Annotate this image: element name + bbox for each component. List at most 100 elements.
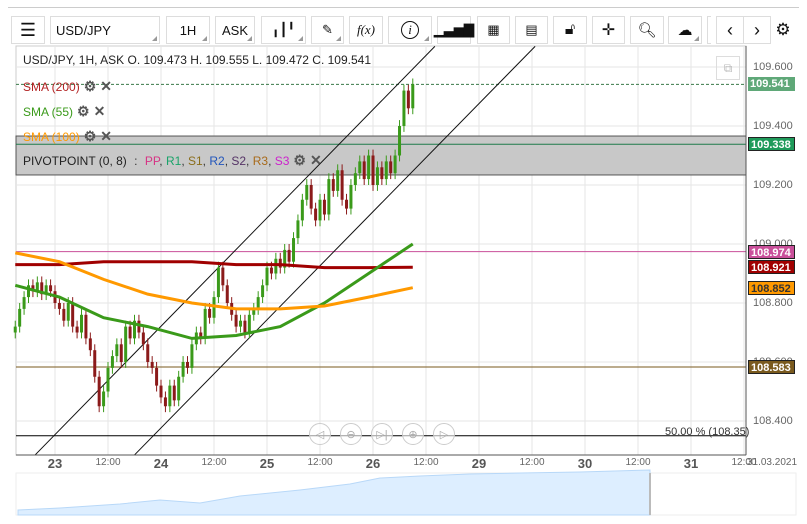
candle-body: [256, 297, 260, 309]
close-icon[interactable]: ✕: [100, 78, 112, 95]
candle-body: [371, 155, 375, 185]
indicator-legend: SMA (100) ⚙ ✕: [23, 128, 112, 145]
candle-body: [287, 249, 291, 262]
zoom-out-button[interactable]: ⊖: [340, 423, 362, 445]
pivot-level: S1: [187, 153, 203, 168]
candle-body: [102, 391, 106, 407]
pivot-level: S3: [274, 153, 290, 168]
price-chart[interactable]: [0, 0, 807, 524]
candle-body: [380, 167, 384, 180]
pivot-level: R2: [209, 153, 225, 168]
price-tick: 108.400: [753, 415, 793, 427]
candle-body: [367, 155, 371, 180]
candle-body: [18, 308, 22, 327]
candle-body: [265, 267, 269, 286]
candle-body: [93, 350, 97, 377]
price-tag: 109.338: [748, 137, 795, 152]
indicator-label: SMA (200): [23, 79, 80, 94]
candle-body: [309, 185, 313, 209]
candle-body: [336, 170, 340, 191]
candle-body: [375, 167, 379, 185]
candle-body: [411, 84, 415, 109]
candle-body: [146, 344, 150, 362]
price-tag: 108.921: [748, 260, 795, 275]
candle-body: [384, 161, 388, 180]
candle-body: [88, 338, 92, 351]
scroll-right-icon: ▷: [439, 428, 449, 441]
candle-body: [331, 179, 335, 191]
scroll-end-button[interactable]: ▷|: [371, 423, 393, 445]
fib-label: 50.00 % (108.35): [665, 426, 750, 438]
price-tag: 109.541: [748, 77, 795, 92]
time-tick: 12:00: [307, 457, 333, 468]
scroll-right-button[interactable]: ▷: [433, 423, 455, 445]
candle-body: [322, 199, 326, 215]
close-icon[interactable]: ✕: [310, 152, 322, 169]
candle-body: [305, 185, 309, 200]
price-tag: 108.974: [748, 244, 795, 259]
price-tick: 109.600: [753, 61, 793, 73]
candle-body: [62, 308, 66, 321]
candle-body: [261, 285, 265, 298]
gear-icon[interactable]: ⚙: [293, 152, 306, 169]
gear-icon[interactable]: ⚙: [84, 128, 97, 145]
candle-body: [150, 362, 154, 368]
time-tick: 31: [683, 456, 699, 471]
candle-body: [247, 314, 251, 333]
ohlc-header: USD/JPY, 1H, ASK O. 109.473 H. 109.555 L…: [23, 53, 372, 67]
indicator-legend: SMA (200) ⚙ ✕: [23, 78, 112, 95]
candle-body: [402, 90, 406, 126]
time-tick: 12:00: [95, 457, 121, 468]
time-tick: 30: [577, 456, 593, 471]
time-tick: 25: [259, 456, 275, 471]
popout-button[interactable]: ⧉: [716, 56, 740, 80]
time-tick: 29: [471, 456, 487, 471]
price-tick: 109.400: [753, 120, 793, 132]
candle-body: [186, 362, 190, 368]
candle-body: [168, 385, 172, 407]
candle-body: [172, 385, 176, 401]
candle-body: [243, 320, 247, 333]
candle-body: [22, 297, 26, 309]
candle-body: [177, 376, 181, 401]
candle-body: [234, 314, 238, 327]
zoom-in-button[interactable]: ⊕: [402, 423, 424, 445]
zoom-out-icon: ⊖: [346, 428, 356, 441]
scroll-end-icon: ▷|: [376, 428, 388, 441]
candle-body: [349, 185, 353, 209]
candle-body: [208, 308, 212, 318]
zoom-in-icon: ⊕: [408, 428, 418, 441]
scroll-left-button[interactable]: ◁: [309, 423, 331, 445]
close-icon[interactable]: ✕: [100, 128, 112, 145]
candle-body: [75, 326, 79, 333]
candle-body: [292, 238, 296, 262]
candle-body: [216, 267, 220, 298]
candle-body: [345, 199, 349, 209]
candle-body: [221, 267, 225, 286]
indicator-label: SMA (100): [23, 129, 80, 144]
candle-body: [119, 344, 123, 362]
price-tag: 108.583: [748, 360, 795, 374]
candle-body: [340, 170, 344, 200]
indicator-legend: SMA (55) ⚙ ✕: [23, 103, 105, 120]
candle-body: [225, 285, 229, 303]
candle-body: [358, 161, 362, 174]
indicator-label: SMA (55): [23, 104, 74, 119]
candle-body: [141, 332, 145, 345]
time-tick: 23: [47, 456, 63, 471]
candle-body: [296, 220, 300, 239]
price-tick: 108.800: [753, 297, 793, 309]
pivot-levels: PP, R1, S1, R2, S2, R3, S3: [144, 153, 290, 168]
pivot-sep: :: [130, 153, 141, 168]
end-date: 31.03.2021: [746, 457, 798, 468]
candle-body: [314, 208, 318, 221]
time-tick: 26: [365, 456, 381, 471]
gear-icon[interactable]: ⚙: [84, 78, 97, 95]
price-tag: 108.852: [748, 280, 795, 295]
gear-icon[interactable]: ⚙: [77, 103, 90, 120]
close-icon[interactable]: ✕: [94, 103, 106, 120]
candle-body: [13, 326, 17, 333]
pivot-legend: PIVOTPOINT (0, 8) : PP, R1, S1, R2, S2, …: [23, 152, 322, 169]
candle-body: [239, 320, 243, 327]
time-tick: 24: [153, 456, 169, 471]
